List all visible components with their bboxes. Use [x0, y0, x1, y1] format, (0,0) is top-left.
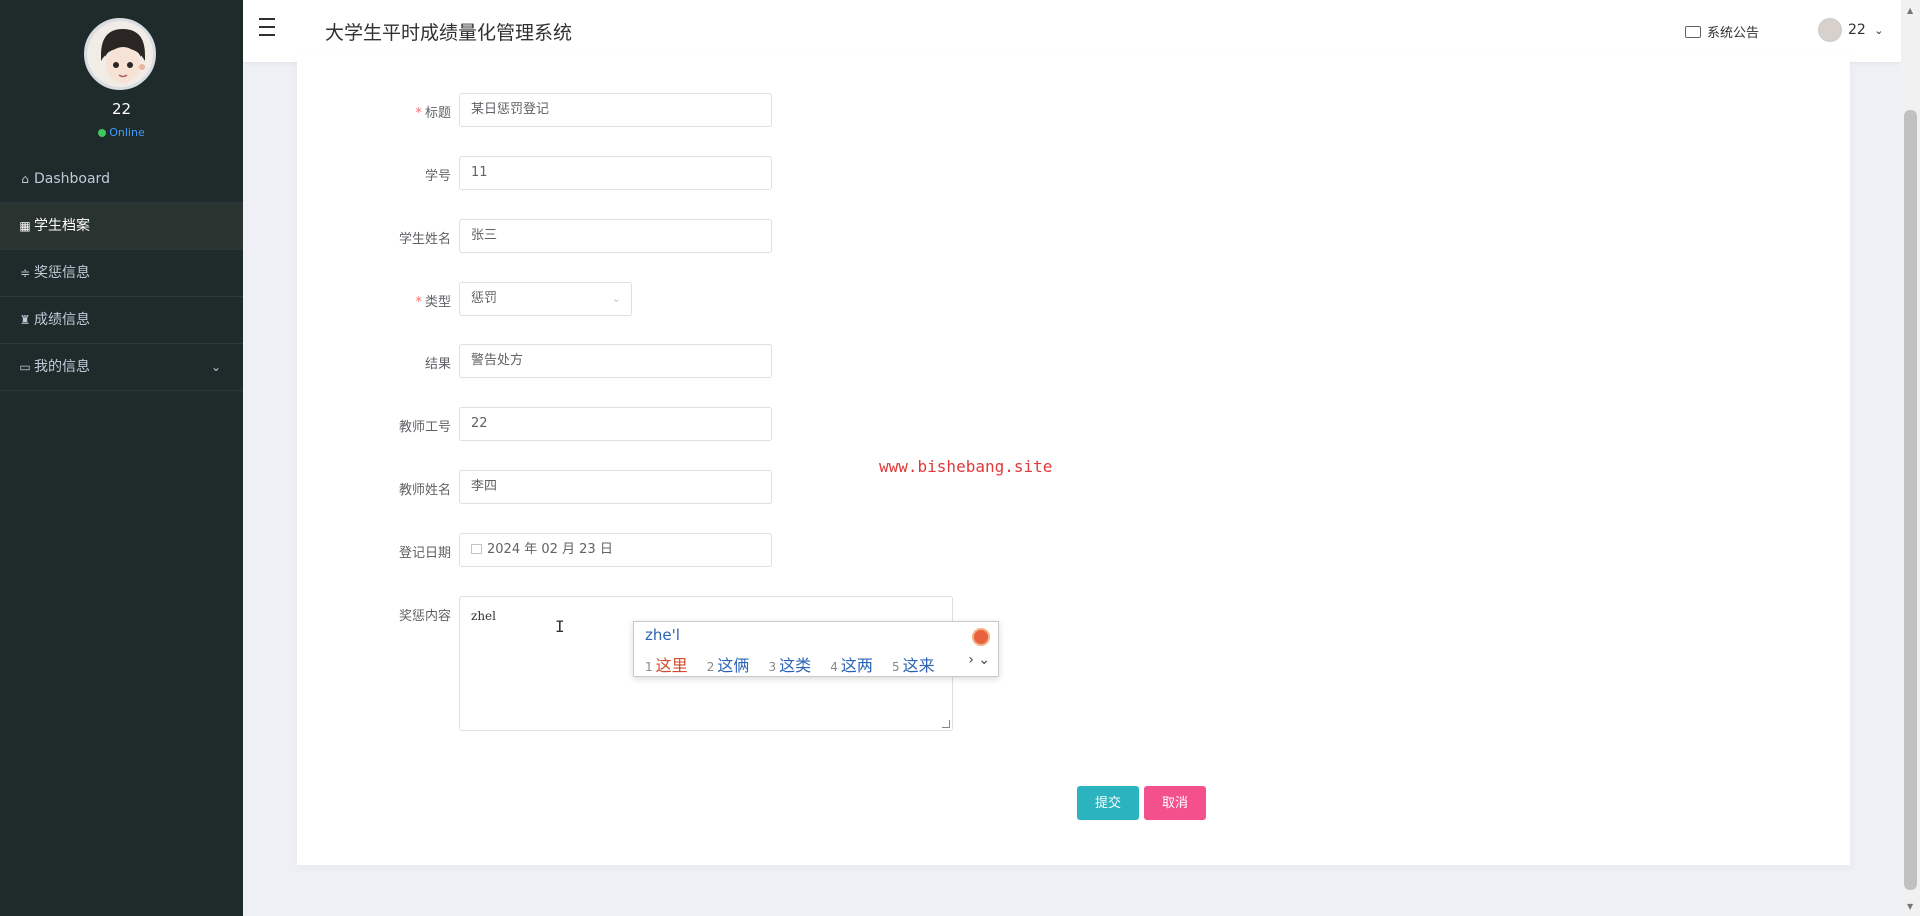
sidebar-item-my-info[interactable]: ▭ 我的信息 ⌄: [0, 344, 243, 391]
sidebar-menu: ⌂ Dashboard ▦ 学生档案 ≑ 奖惩信息 ♜ 成绩信息 ▭ 我的信息 ⌄: [0, 156, 243, 391]
field-label: * 类型: [415, 295, 451, 310]
sidebar-item-label: 学生档案: [34, 218, 90, 234]
field-label: * 标题: [415, 106, 451, 121]
title-input[interactable]: 某日惩罚登记: [459, 93, 772, 127]
student-name-input[interactable]: 张三: [459, 219, 772, 253]
page-scrollbar[interactable]: ▲ ▼: [1901, 0, 1920, 916]
top-header: 大学生平时成绩量化管理系统 系统公告 22 ⌄: [243, 0, 1901, 62]
ime-logo-icon: [972, 628, 990, 646]
result-input[interactable]: 警告处方: [459, 344, 772, 378]
chevron-down-icon: ⌄: [1874, 24, 1884, 37]
submit-button[interactable]: 提交: [1077, 786, 1140, 820]
ime-candidate[interactable]: 4 这两: [830, 656, 873, 675]
app-title: 大学生平时成绩量化管理系统: [325, 22, 573, 44]
sidebar-username: 22: [111, 100, 132, 118]
chevron-down-icon: ⌄: [210, 360, 221, 374]
user-avatar[interactable]: [84, 18, 156, 90]
field-label: 结果: [424, 357, 451, 372]
trophy-icon: ♜: [19, 313, 31, 327]
ime-more-arrow-icon[interactable]: › ⌄: [968, 652, 990, 668]
teacher-name-input[interactable]: 李四: [459, 470, 772, 504]
system-notice-link[interactable]: 系统公告: [1685, 22, 1759, 41]
ime-candidate[interactable]: 1 这里: [645, 656, 688, 675]
header-avatar: [1818, 18, 1842, 42]
sidebar-item-student-archive[interactable]: ▦ 学生档案: [0, 203, 243, 250]
field-label: 教师姓名: [398, 483, 451, 498]
user-dropdown[interactable]: 22 ⌄: [1818, 18, 1884, 42]
scroll-up-arrow-icon[interactable]: ▲: [1907, 6, 1913, 15]
sidebar-item-rewards-punishments[interactable]: ≑ 奖惩信息: [0, 250, 243, 297]
sidebar-item-label: 我的信息: [34, 359, 90, 375]
type-select-value: 惩罚: [471, 291, 498, 306]
resize-handle-icon[interactable]: [942, 720, 950, 728]
header-user-label: 22: [1848, 22, 1866, 38]
sidebar-item-grades[interactable]: ♜ 成绩信息: [0, 297, 243, 344]
sidebar: 22 Online ⌂ Dashboard ▦ 学生档案 ≑ 奖惩信息 ♜ 成绩信息 ▭…: [0, 0, 243, 916]
sidebar-item-label: 成绩信息: [34, 312, 90, 328]
ime-composition: zhe'l: [645, 626, 680, 644]
textarea-typed-text: zhel: [471, 609, 496, 623]
student-id-input[interactable]: 11: [459, 156, 772, 190]
system-notice-label: 系统公告: [1707, 26, 1760, 41]
form-card: * 标题 某日惩罚登记 学号 11 学生姓名 张三 * 类型 惩罚 ⌄ 结果 警告处…: [297, 55, 1850, 865]
teacher-id-input[interactable]: 22: [459, 407, 772, 441]
field-label: 奖惩内容: [398, 609, 451, 624]
notice-icon: [1685, 26, 1701, 38]
menu-toggle-icon[interactable]: [259, 18, 279, 40]
ime-candidate-popup: zhe'l 1 这里 2 这俩 3 这类 4 这两 5 这来 › ⌄: [633, 621, 999, 677]
card-icon: ▭: [19, 360, 31, 374]
text-cursor-icon: I: [555, 617, 565, 636]
online-dot-icon: [98, 129, 107, 137]
sidebar-item-label: Dashboard: [34, 171, 110, 187]
field-label: 登记日期: [398, 546, 451, 561]
home-icon: ⌂: [21, 172, 29, 186]
sliders-icon: ≑: [19, 266, 31, 280]
field-label: 学生姓名: [398, 232, 451, 247]
cancel-button[interactable]: 取消: [1144, 786, 1207, 820]
scroll-down-arrow-icon[interactable]: ▼: [1907, 902, 1913, 911]
field-label: 学号: [424, 169, 451, 184]
register-date-picker[interactable]: 2024 年 02 月 23 日: [459, 533, 772, 567]
chevron-down-icon: ⌄: [611, 292, 621, 305]
calendar-icon: [471, 544, 482, 554]
ime-candidate[interactable]: 5 这来: [892, 656, 935, 675]
field-label: 教师工号: [398, 420, 451, 435]
online-status-label: Online: [109, 126, 145, 139]
sidebar-item-label: 奖惩信息: [34, 265, 90, 281]
ime-candidates: 1 这里 2 这俩 3 这类 4 这两 5 这来: [645, 652, 949, 676]
scroll-thumb[interactable]: [1904, 110, 1917, 890]
online-status: Online: [0, 126, 243, 139]
date-value: 2024 年 02 月 23 日: [487, 542, 613, 557]
ime-candidate[interactable]: 3 这类: [769, 656, 812, 675]
grid-icon: ▦: [19, 219, 31, 233]
ime-candidate[interactable]: 2 这俩: [707, 656, 750, 675]
type-select[interactable]: 惩罚 ⌄: [459, 282, 632, 316]
sidebar-item-dashboard[interactable]: ⌂ Dashboard: [0, 156, 243, 203]
content-textarea[interactable]: zhel zhe'l 1 这里 2 这俩 3 这类 4 这两 5 这来 › ⌄: [459, 596, 999, 731]
watermark-text: www.bishebang.site: [879, 457, 1053, 476]
